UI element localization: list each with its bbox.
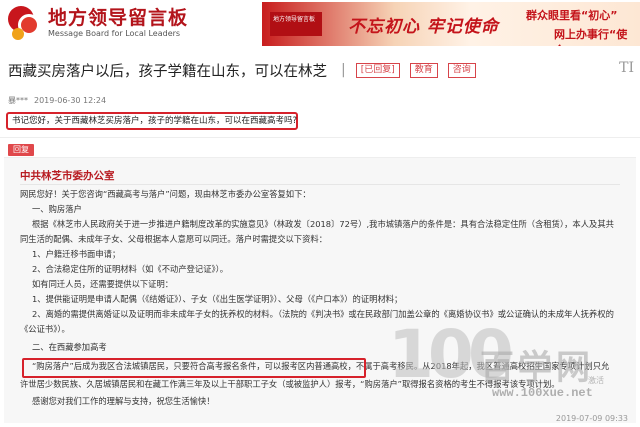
- highlight-box: [22, 358, 366, 378]
- logo-mark-icon: [6, 4, 44, 42]
- banner-slogan: 不忘初心 牢记使命: [348, 17, 499, 37]
- message-title: 西藏买房落户以后，孩子学籍在山东，可以在林芝: [8, 63, 327, 80]
- reply-line: 同生活的配偶、未成年子女、父母根据本人意愿可以同迁。落户时需提交以下资料：: [20, 234, 327, 244]
- reply-line: 2、合法稳定住所的证明材料（如《不动产登记证》）。: [32, 264, 229, 274]
- post-time: 2019-06-30 12:24: [34, 96, 107, 105]
- message-meta: 暴*** 2019-06-30 12:24: [8, 95, 106, 106]
- reply-line: 网民您好！关于您咨询“西藏高考与落户”问题，现由林芝市委办公室答复如下：: [20, 189, 311, 199]
- promo-banner[interactable]: 地方领导留言板 不忘初心 牢记使命 群众眼里看“初心” 网上办事行“使命”: [262, 2, 640, 46]
- reply-line: 1、提供能证明是申请人配偶（《结婚证》）、子女（《出生医学证明》）、父母（《户口…: [32, 294, 403, 304]
- site-logo[interactable]: 地方领导留言板 Message Board for Local Leaders: [6, 4, 188, 42]
- title-separator: |: [341, 62, 346, 78]
- reply-line: 根据《林芝市人民政府关于进一步推进户籍制度改革的实施意见》（林政发〔2018〕7…: [32, 219, 614, 229]
- reply-line: 一、购房落户: [32, 204, 82, 214]
- status-badge: [已回复]: [355, 62, 400, 78]
- reply-badge: 回复: [8, 144, 34, 156]
- divider: [20, 184, 620, 185]
- reply-line: 感谢您对我们工作的理解与支持，祝您生活愉快！: [32, 396, 215, 406]
- banner-line-1: 群众眼里看“初心”: [526, 9, 618, 22]
- watermark-text: 百学网: [480, 348, 594, 388]
- logo-subtitle: Message Board for Local Leaders: [48, 29, 181, 38]
- reply-line: 二、在西藏参加高考: [32, 342, 107, 352]
- reply-line: 2、离婚的需提供离婚证以及证明而非未成年子女的抚养权的材料。（法院的《判决书》或…: [32, 309, 614, 319]
- message-title-row: 西藏买房落户以后，孩子学籍在山东，可以在林芝 | [已回复] 教育 咨询: [8, 60, 476, 80]
- reply-line: 如有同迁人员，还需要提供以下证明：: [32, 279, 174, 289]
- logo-title: 地方领导留言板: [48, 7, 189, 29]
- reply-line: 《公证书》）。: [20, 324, 70, 334]
- watermark-activate: 激活: [588, 376, 604, 385]
- divider: [0, 137, 640, 138]
- reply-line: 1、户籍迁移书面申请；: [32, 249, 121, 259]
- category-tag-education[interactable]: 教育: [409, 62, 438, 78]
- banner-tag: 地方领导留言板: [270, 12, 322, 36]
- question-text: 书记您好，关于西藏林芝买房落户，孩子的学籍在山东，可以在西藏高考吗?: [6, 112, 298, 130]
- reply-date: 2019-07-09 09:33: [555, 414, 628, 423]
- site-header: 地方领导留言板 Message Board for Local Leaders …: [0, 0, 640, 48]
- corner-text: TI: [619, 60, 634, 76]
- reply-org: 中共林芝市委办公室: [20, 170, 115, 182]
- category-tag-consult[interactable]: 咨询: [447, 62, 476, 78]
- banner-line-2: 网上办事行“使命”: [554, 28, 628, 46]
- watermark-url: www.100xue.net: [492, 386, 593, 400]
- author-name: 暴***: [8, 96, 28, 105]
